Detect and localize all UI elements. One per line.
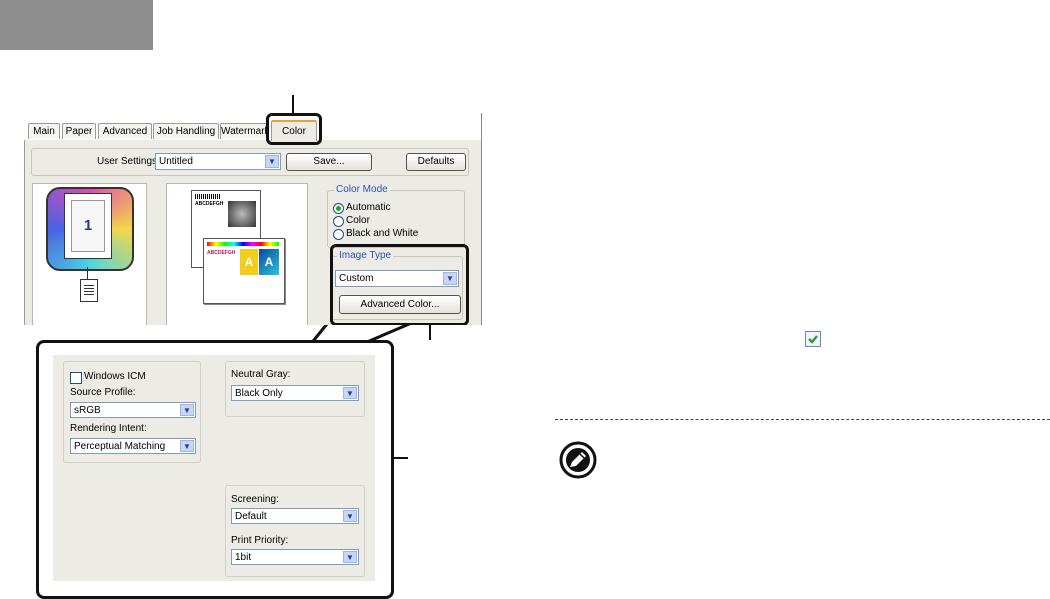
advanced-color-panel: Windows ICM Source Profile: sRGB ▼ Rende…: [53, 355, 375, 581]
image-type-highlight: [330, 244, 469, 325]
screening-select[interactable]: Default ▼: [231, 508, 359, 524]
printer-properties-dialog: Main Paper Advanced Job Handling Waterma…: [20, 113, 482, 325]
chevron-down-icon: ▼: [180, 404, 194, 416]
rendering-intent-value: Perceptual Matching: [74, 441, 166, 452]
document-icon: [80, 279, 98, 302]
radio-black-and-white[interactable]: Black and White: [333, 228, 418, 240]
screening-label: Screening:: [231, 494, 279, 505]
chevron-down-icon: ▼: [343, 551, 357, 563]
neutral-gray-value: Black Only: [235, 388, 283, 399]
source-profile-select[interactable]: sRGB ▼: [70, 402, 196, 418]
neutral-gray-select[interactable]: Black Only ▼: [231, 385, 359, 401]
chevron-down-icon: ▼: [343, 510, 357, 522]
tab-watermarks[interactable]: Watermarks: [220, 123, 268, 139]
chevron-down-icon: ▼: [265, 155, 279, 168]
chevron-down-icon: ▼: [343, 387, 357, 399]
radio-label: Black and White: [346, 228, 419, 239]
print-priority-label: Print Priority:: [231, 535, 289, 546]
rendering-intent-label: Rendering Intent:: [70, 423, 147, 434]
chevron-down-icon: ▼: [180, 440, 194, 452]
section-divider: [555, 419, 1050, 420]
color-tab-highlight: [266, 113, 322, 145]
color-mode-legend: Color Mode: [334, 184, 390, 195]
rendering-intent-select[interactable]: Perceptual Matching ▼: [70, 438, 196, 454]
radio-icon: [333, 229, 344, 240]
user-settings-label: User Settings:: [97, 156, 160, 167]
source-profile-label: Source Profile:: [70, 387, 136, 398]
sample-letter-yellow: A: [240, 249, 258, 275]
sample-letter-blue: A: [259, 249, 279, 275]
color-sample-preview: ABCDEFGH ABCDEFGH A A: [166, 183, 308, 325]
rose-image: [228, 201, 256, 227]
color-bar-graphic: [207, 242, 279, 246]
connector-line: [87, 267, 88, 279]
print-priority-select[interactable]: 1bit ▼: [231, 549, 359, 565]
radio-color[interactable]: Color: [333, 215, 370, 227]
defaults-button[interactable]: Defaults: [406, 153, 466, 171]
radio-selected-icon: [333, 203, 344, 214]
advanced-color-dialog-frame: Windows ICM Source Profile: sRGB ▼ Rende…: [36, 340, 394, 599]
page-layout-preview: 1: [32, 183, 147, 325]
pencil-note-icon: [558, 440, 598, 483]
page-sheet: 1: [64, 193, 112, 259]
screening-value: Default: [235, 511, 267, 522]
radio-icon: [333, 216, 344, 227]
print-priority-value: 1bit: [235, 552, 252, 563]
tab-paper[interactable]: Paper: [62, 123, 96, 139]
tab-advanced[interactable]: Advanced: [98, 123, 152, 139]
neutral-gray-label: Neutral Gray:: [231, 369, 291, 380]
radio-automatic[interactable]: Automatic: [333, 202, 390, 214]
save-button[interactable]: Save...: [286, 153, 372, 171]
sample-sheet-front: ABCDEFGH A A: [203, 238, 285, 304]
radio-label: Automatic: [346, 202, 391, 213]
user-settings-value: Untitled: [159, 156, 193, 167]
page-number: 1: [71, 200, 105, 252]
windows-icm-checkbox[interactable]: [70, 372, 82, 384]
user-settings-select[interactable]: Untitled ▼: [155, 153, 281, 170]
tab-main[interactable]: Main: [28, 123, 60, 139]
source-profile-value: sRGB: [74, 405, 101, 416]
color-frame-graphic: 1: [46, 187, 134, 271]
barcode-graphic: [195, 194, 221, 199]
radio-label: Color: [346, 215, 370, 226]
tab-job-handling[interactable]: Job Handling: [153, 123, 219, 139]
checkbox-checked-icon: [805, 331, 821, 347]
windows-icm-label: Windows ICM: [84, 371, 146, 382]
sample-text-back: ABCDEFGH: [195, 201, 224, 207]
sample-text-front: ABCDEFGH: [207, 250, 236, 256]
